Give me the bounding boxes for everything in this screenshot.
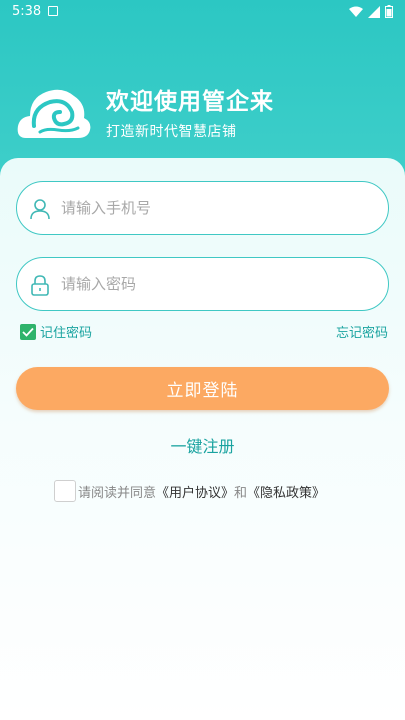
user-icon bbox=[30, 199, 50, 220]
status-bar: 5:38 bbox=[0, 0, 405, 24]
user-agreement-link[interactable]: 《用户协议》 bbox=[156, 482, 234, 501]
agreement-checkbox[interactable] bbox=[54, 480, 76, 502]
phone-input[interactable] bbox=[61, 182, 371, 234]
agreement-conjunction: 和 bbox=[234, 485, 248, 501]
cloud-wave-logo-icon bbox=[17, 89, 91, 138]
status-icons bbox=[349, 5, 393, 18]
phone-field[interactable] bbox=[16, 181, 389, 235]
battery-icon bbox=[385, 5, 393, 18]
agreement-row: 请阅读并同意 《用户协议》 和 《隐私政策》 bbox=[54, 480, 325, 502]
lock-icon bbox=[31, 275, 49, 296]
login-button[interactable]: 立即登陆 bbox=[16, 367, 389, 410]
wifi-icon bbox=[349, 6, 363, 17]
forgot-password-link[interactable]: 忘记密码 bbox=[336, 322, 388, 341]
signal-icon bbox=[368, 5, 380, 18]
remember-label: 记住密码 bbox=[40, 326, 93, 341]
privacy-policy-link[interactable]: 《隐私政策》 bbox=[247, 482, 325, 501]
notification-icon bbox=[48, 6, 58, 16]
password-input[interactable] bbox=[61, 258, 371, 310]
remember-password[interactable]: 记住密码 bbox=[20, 322, 92, 341]
brand-subtitle: 打造新时代智慧店铺 bbox=[106, 124, 237, 140]
remember-checkbox[interactable] bbox=[20, 323, 36, 340]
checkmark-icon bbox=[22, 327, 34, 337]
brand-title: 欢迎使用管企来 bbox=[106, 89, 274, 115]
password-field[interactable] bbox=[16, 257, 389, 311]
register-link[interactable]: 一键注册 bbox=[0, 433, 405, 457]
status-time: 5:38 bbox=[12, 4, 42, 19]
agreement-prefix: 请阅读并同意 bbox=[78, 485, 157, 501]
